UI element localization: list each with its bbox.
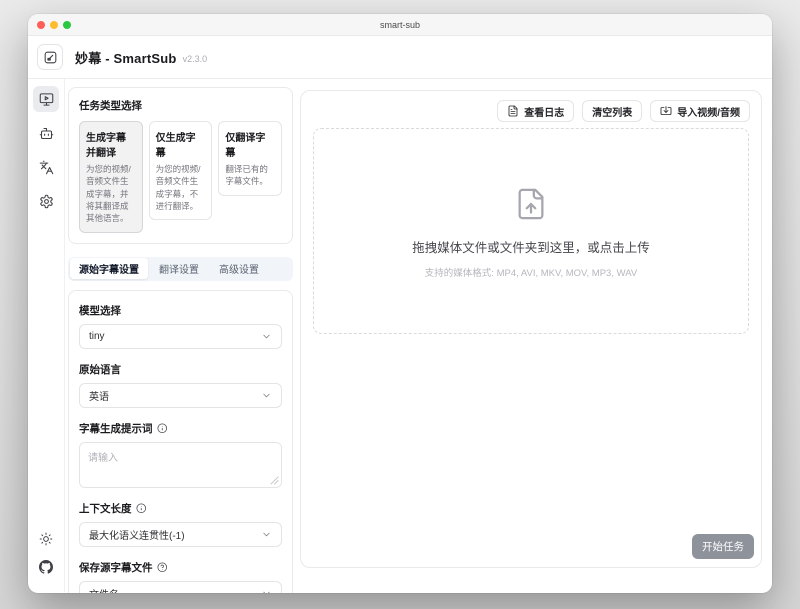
monitor-play-icon (39, 92, 54, 107)
sidebar-item-tasks[interactable] (33, 86, 59, 112)
import-media-label: 导入视频/音频 (677, 104, 740, 119)
theme-toggle-button[interactable] (28, 532, 64, 546)
left-column: 任务类型选择 生成字幕并翻译 为您的视频/音频文件生成字幕，并将其翻译成其他语言… (68, 87, 293, 593)
model-select[interactable]: tiny (79, 324, 282, 349)
task-panel-title: 任务类型选择 (79, 98, 282, 113)
task-option-desc: 翻译已有的字幕文件。 (225, 163, 275, 188)
clear-list-button[interactable]: 清空列表 (582, 100, 642, 122)
model-field: 模型选择 tiny (79, 303, 282, 349)
prompt-label-text: 字幕生成提示词 (79, 421, 153, 436)
tab-advanced-settings[interactable]: 高级设置 (210, 258, 268, 279)
file-text-icon (507, 105, 519, 117)
window-title: smart-sub (380, 20, 420, 30)
task-option-title: 仅生成字幕 (156, 129, 206, 159)
dropzone-formats: 支持的媒体格式: MP4, AVI, MKV, MOV, MP3, WAV (425, 265, 637, 279)
chevron-down-icon (261, 390, 272, 401)
view-log-button[interactable]: 查看日志 (497, 100, 574, 122)
app-window: smart-sub 妙幕 - SmartSub v2.3.0 (28, 14, 772, 593)
view-log-label: 查看日志 (524, 104, 564, 119)
dropzone-text: 拖拽媒体文件或文件夹到这里，或点击上传 (412, 237, 650, 256)
app-logo-icon (43, 50, 58, 65)
save-subtitle-select-value: 文件名 (89, 586, 119, 593)
prompt-textarea[interactable] (80, 443, 281, 487)
language-label: 原始语言 (79, 362, 282, 377)
language-select-value: 英语 (89, 388, 109, 403)
info-icon (136, 503, 147, 514)
task-option-generate-only[interactable]: 仅生成字幕 为您的视频/音频文件生成字幕，不进行翻译。 (149, 121, 213, 220)
zoom-window-button[interactable] (63, 21, 71, 29)
language-select[interactable]: 英语 (79, 383, 282, 408)
file-list-panel: 查看日志 清空列表 导入视频/音频 (300, 90, 762, 568)
task-option-title: 生成字幕并翻译 (86, 129, 136, 159)
save-subtitle-label: 保存源字幕文件 (79, 560, 282, 575)
robot-icon (39, 126, 54, 141)
task-options: 生成字幕并翻译 为您的视频/音频文件生成字幕，并将其翻译成其他语言。 仅生成字幕… (79, 121, 282, 233)
main-content: 任务类型选择 生成字幕并翻译 为您的视频/音频文件生成字幕，并将其翻译成其他语言… (65, 79, 772, 592)
close-window-button[interactable] (37, 21, 45, 29)
sidebar (28, 79, 65, 592)
chevron-down-icon (261, 331, 272, 342)
task-type-panel: 任务类型选择 生成字幕并翻译 为您的视频/音频文件生成字幕，并将其翻译成其他语言… (68, 87, 293, 244)
page-title: 妙幕 - SmartSub (75, 48, 177, 67)
media-dropzone[interactable]: 拖拽媒体文件或文件夹到这里，或点击上传 支持的媒体格式: MP4, AVI, M… (313, 128, 749, 334)
titlebar: smart-sub (28, 14, 772, 36)
app-header: 妙幕 - SmartSub v2.3.0 (28, 36, 772, 79)
app-version: v2.3.0 (183, 54, 208, 64)
help-icon (157, 562, 168, 573)
task-option-title: 仅翻译字幕 (225, 129, 275, 159)
tab-source-subtitle-settings[interactable]: 源始字幕设置 (70, 258, 148, 279)
import-media-button[interactable]: 导入视频/音频 (650, 100, 750, 122)
context-label-text: 上下文长度 (79, 501, 132, 516)
settings-tabbar: 源始字幕设置 翻译设置 高级设置 (68, 257, 293, 281)
tab-translation-settings[interactable]: 翻译设置 (150, 258, 208, 279)
task-option-generate-and-translate[interactable]: 生成字幕并翻译 为您的视频/音频文件生成字幕，并将其翻译成其他语言。 (79, 121, 143, 233)
save-subtitle-label-text: 保存源字幕文件 (79, 560, 153, 575)
prompt-textarea-wrap (79, 442, 282, 488)
model-label: 模型选择 (79, 303, 282, 318)
context-field: 上下文长度 最大化语义连贯性(-1) (79, 501, 282, 547)
traffic-lights (37, 14, 71, 35)
task-option-translate-only[interactable]: 仅翻译字幕 翻译已有的字幕文件。 (218, 121, 282, 196)
save-subtitle-select[interactable]: 文件名 (79, 581, 282, 593)
prompt-label: 字幕生成提示词 (79, 421, 282, 436)
sidebar-item-translation[interactable] (33, 154, 59, 180)
github-link[interactable] (28, 560, 64, 574)
task-option-desc: 为您的视频/音频文件生成字幕，并将其翻译成其他语言。 (86, 163, 136, 225)
source-subtitle-settings-panel: 模型选择 tiny 原始语言 英语 (68, 290, 293, 593)
context-select[interactable]: 最大化语义连贯性(-1) (79, 522, 282, 547)
task-option-desc: 为您的视频/音频文件生成字幕，不进行翻译。 (156, 163, 206, 212)
languages-icon (39, 160, 54, 175)
file-toolbar: 查看日志 清空列表 导入视频/音频 (497, 100, 750, 122)
chevron-down-icon (261, 588, 272, 593)
model-select-value: tiny (89, 331, 105, 342)
language-field: 原始语言 英语 (79, 362, 282, 408)
save-subtitle-field: 保存源字幕文件 文件名 (79, 560, 282, 593)
gear-icon (39, 194, 54, 209)
chevron-down-icon (261, 529, 272, 540)
sidebar-item-ai-models[interactable] (33, 120, 59, 146)
file-upload-icon (514, 184, 548, 224)
minimize-window-button[interactable] (50, 21, 58, 29)
sun-icon (39, 532, 53, 546)
prompt-field: 字幕生成提示词 (79, 421, 282, 488)
info-icon (157, 423, 168, 434)
start-task-button[interactable]: 开始任务 (692, 534, 754, 559)
github-icon (39, 560, 53, 574)
app-logo (37, 44, 63, 70)
clear-list-label: 清空列表 (592, 104, 632, 119)
context-label: 上下文长度 (79, 501, 282, 516)
sidebar-item-settings[interactable] (33, 188, 59, 214)
resize-handle[interactable] (270, 476, 279, 485)
context-select-value: 最大化语义连贯性(-1) (89, 527, 185, 542)
import-icon (660, 105, 672, 117)
